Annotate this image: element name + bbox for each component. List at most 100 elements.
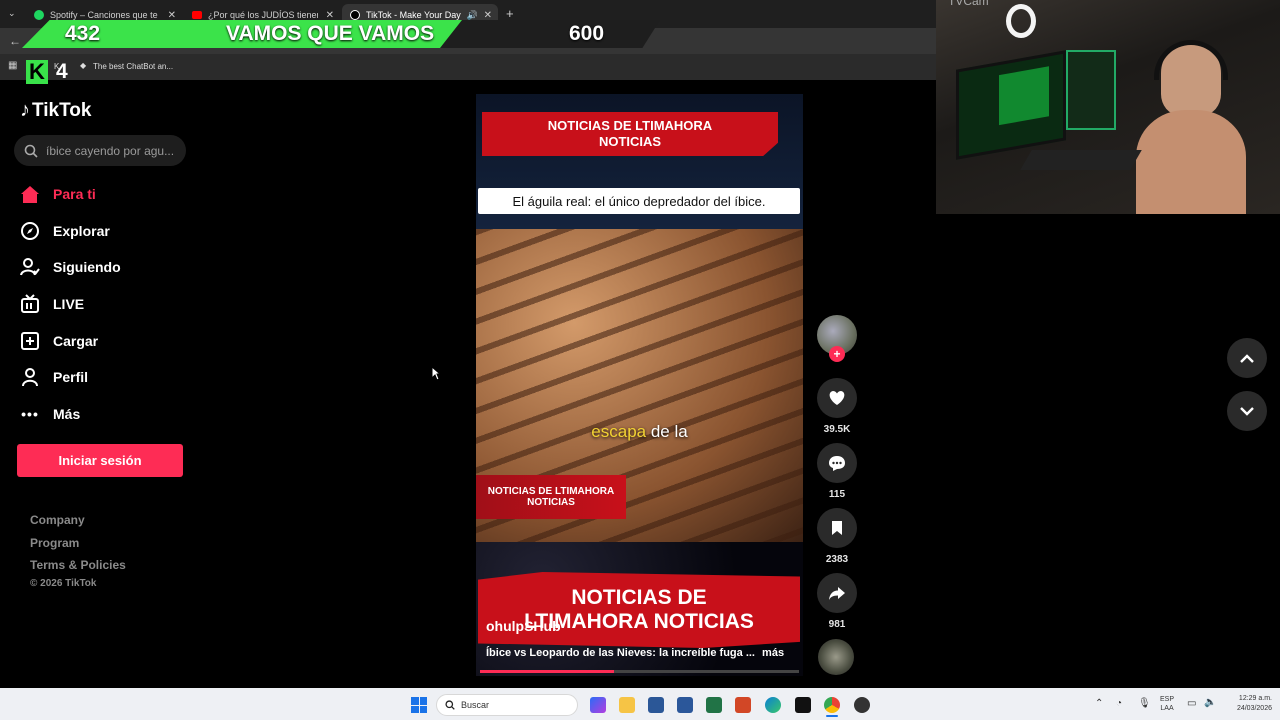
overlay-k-count: 4 xyxy=(56,60,68,83)
store-icon[interactable] xyxy=(648,697,664,713)
progress-track[interactable] xyxy=(480,670,799,673)
pc-case xyxy=(1066,50,1116,130)
obs-icon[interactable] xyxy=(854,697,870,713)
sidebar-item-mas[interactable]: ••• Más xyxy=(20,402,80,426)
keyboard xyxy=(1020,150,1142,170)
footer-program[interactable]: Program xyxy=(30,536,79,550)
file-explorer-icon[interactable] xyxy=(619,697,635,713)
sidebar-item-siguiendo[interactable]: Siguiendo xyxy=(20,255,121,279)
close-tab-icon[interactable]: ✕ xyxy=(168,10,176,21)
overlay-slogan: VAMOS QUE VAMOS xyxy=(226,22,435,45)
comment-icon xyxy=(829,455,845,471)
sidebar-item-para-ti[interactable]: Para ti xyxy=(20,182,96,206)
network-icon[interactable]: ▭ xyxy=(1187,698,1196,709)
edge-icon[interactable] xyxy=(765,697,781,713)
video-description: Íbice vs Leopardo de las Nieves: la incr… xyxy=(486,647,785,659)
close-tab-icon[interactable]: ✕ xyxy=(326,10,334,21)
video-player[interactable]: NOTICIAS DE LTIMAHORA NOTICIAS El águila… xyxy=(476,94,803,676)
overlay-banner-dark xyxy=(440,20,660,48)
like-button[interactable] xyxy=(817,378,857,418)
video-subtitle: escapa de la xyxy=(591,422,688,441)
follow-plus-icon[interactable]: + xyxy=(829,346,845,362)
new-tab-icon[interactable]: + xyxy=(506,6,514,21)
app-icon[interactable] xyxy=(795,697,811,713)
sidebar-item-perfil[interactable]: Perfil xyxy=(20,365,88,389)
footer-terms[interactable]: Terms & Policies xyxy=(30,558,126,572)
tiktok-note-icon: ♪ xyxy=(20,99,30,121)
live-icon xyxy=(20,294,40,314)
more-icon: ••• xyxy=(21,406,39,422)
overlay-right-number: 600 xyxy=(569,22,605,45)
mouse-cursor-icon xyxy=(431,366,441,381)
volume-icon[interactable]: 🔈 xyxy=(1204,697,1216,708)
ring-light xyxy=(1006,4,1036,38)
heart-icon xyxy=(829,391,845,405)
webcam-feed: TVCam xyxy=(936,0,1280,214)
comment-button[interactable] xyxy=(817,443,857,483)
login-button[interactable]: Iniciar sesión xyxy=(17,444,183,477)
caption-box: El águila real: el único depredador del … xyxy=(478,188,800,214)
tiktok-logo[interactable]: ♪ TikTok xyxy=(20,99,91,122)
chrome-icon[interactable] xyxy=(824,697,840,713)
footer-company[interactable]: Company xyxy=(30,513,85,527)
home-icon xyxy=(20,184,40,204)
share-count: 981 xyxy=(828,619,846,630)
copyright: © 2026 TikTok xyxy=(30,578,97,589)
tiktok-icon xyxy=(350,10,360,20)
powerpoint-icon[interactable] xyxy=(735,697,751,713)
windows-start-icon[interactable] xyxy=(411,697,427,713)
share-button[interactable] xyxy=(817,573,857,613)
comment-count: 115 xyxy=(828,489,846,500)
share-icon xyxy=(829,586,845,600)
search-icon xyxy=(24,144,38,158)
tray-wifi-icon[interactable]: ◔ xyxy=(1116,698,1122,709)
windows-taskbar xyxy=(0,688,1280,720)
lower-third-banner: NOTICIAS DE LTIMAHORA NOTICIAS xyxy=(476,475,626,519)
bookmark-chatbot[interactable]: The best ChatBot an... xyxy=(93,62,173,71)
profile-icon xyxy=(20,367,40,387)
back-arrow-icon[interactable]: ← xyxy=(9,34,21,48)
tab-list-chevron-icon[interactable]: ⌄ xyxy=(8,8,16,19)
bottom-news-banner: NOTICIAS DE LTIMAHORA NOTICIAS xyxy=(478,572,800,648)
save-button[interactable] xyxy=(817,508,857,548)
word-icon[interactable] xyxy=(677,697,693,713)
search-icon xyxy=(445,700,455,710)
search-input[interactable]: íbice cayendo por agu... xyxy=(14,135,186,166)
compass-icon xyxy=(20,221,40,241)
video-author[interactable]: ohulpSHub xyxy=(486,618,561,634)
streamer-body xyxy=(1136,110,1246,214)
sidebar-item-live[interactable]: LIVE xyxy=(20,292,84,316)
webcam-label: TVCam xyxy=(948,0,989,8)
sidebar-item-cargar[interactable]: Cargar xyxy=(20,329,98,353)
clock[interactable]: 12:29 a.m. 24/03/2026 xyxy=(1222,694,1272,714)
more-link[interactable]: más xyxy=(762,647,784,659)
chatbot-bookmark-icon: ◆ xyxy=(80,61,87,70)
close-tab-icon[interactable]: ✕ xyxy=(484,10,492,21)
sound-disc-avatar[interactable] xyxy=(818,639,854,675)
speaker-icon[interactable]: 🔊 xyxy=(467,10,478,21)
youtube-icon xyxy=(192,11,202,19)
next-video-button[interactable] xyxy=(1227,391,1267,431)
monitor xyxy=(956,50,1066,160)
spotify-icon xyxy=(34,10,44,20)
tray-mic-icon[interactable]: 🎙 xyxy=(1138,698,1151,709)
top-news-banner: NOTICIAS DE LTIMAHORA NOTICIAS xyxy=(482,112,778,156)
copilot-icon[interactable] xyxy=(590,697,606,713)
language-indicator[interactable]: ESP LAA xyxy=(1160,695,1174,713)
bookmarks-bar: ▦ K ◆ The best ChatBot an... xyxy=(0,54,936,80)
headset xyxy=(1154,40,1228,80)
tray-chevron-icon[interactable]: ⌃ xyxy=(1095,698,1103,709)
apps-grid-icon[interactable]: ▦ xyxy=(8,60,17,71)
excel-icon[interactable] xyxy=(706,697,722,713)
chevron-down-icon xyxy=(1240,406,1254,416)
following-icon xyxy=(20,257,40,277)
search-placeholder: íbice cayendo por agu... xyxy=(46,143,175,158)
bookmark-icon xyxy=(832,521,842,535)
previous-video-button[interactable] xyxy=(1227,338,1267,378)
like-count: 39.5K xyxy=(823,424,851,435)
taskbar-search[interactable]: Buscar xyxy=(436,694,578,716)
chevron-up-icon xyxy=(1240,353,1254,363)
chrome-active-indicator xyxy=(826,715,838,717)
upload-icon xyxy=(20,331,40,351)
sidebar-item-explorar[interactable]: Explorar xyxy=(20,219,110,243)
